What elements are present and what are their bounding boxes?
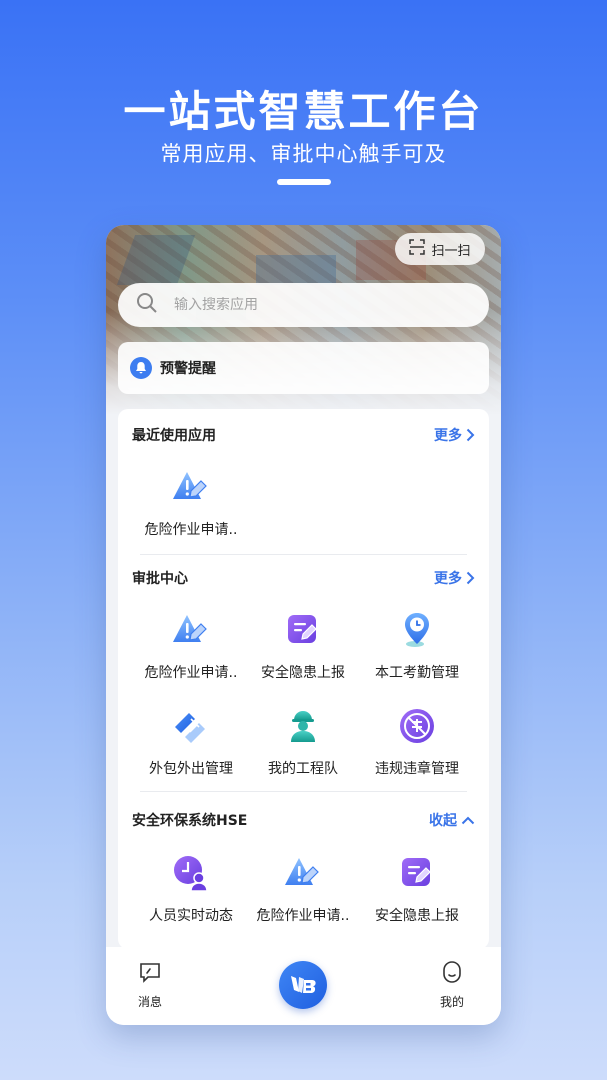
report-edit-icon xyxy=(395,851,439,895)
divider xyxy=(140,791,467,792)
scan-icon xyxy=(409,239,426,259)
bell-icon xyxy=(130,357,152,379)
divider xyxy=(140,554,467,555)
approval-section-title: 审批中心 xyxy=(132,571,188,587)
app-label: 安全隐患上报 xyxy=(261,665,345,681)
app-label: 危险作业申请.. xyxy=(144,665,238,681)
approval-more-link[interactable]: 更多 xyxy=(434,568,475,588)
warning-edit-icon xyxy=(281,851,325,895)
app-hse-hazard-work-application[interactable]: 危险作业申请.. xyxy=(244,851,362,925)
hse-collapse-label: 收起 xyxy=(429,813,457,829)
hero-subtitle: 常用应用、审批中心触手可及 xyxy=(160,142,447,166)
person-clock-icon xyxy=(169,851,213,895)
warning-edit-icon xyxy=(169,608,213,652)
alert-label: 预警提醒 xyxy=(160,361,216,377)
search-bar[interactable] xyxy=(118,283,489,327)
search-input[interactable] xyxy=(174,297,424,313)
recent-more-label: 更多 xyxy=(434,428,462,444)
app-personnel-realtime-status[interactable]: 人员实时动态 xyxy=(132,851,250,925)
chevron-right-icon xyxy=(466,571,475,585)
profile-icon xyxy=(443,961,461,983)
message-icon xyxy=(140,963,160,983)
app-attendance-management[interactable]: 本工考勤管理 xyxy=(358,608,476,682)
location-clock-icon xyxy=(395,608,439,652)
scan-button[interactable]: 扫一扫 xyxy=(395,233,485,265)
scan-label: 扫一扫 xyxy=(431,243,471,259)
app-label: 我的工程队 xyxy=(268,761,338,777)
chevron-right-icon xyxy=(466,428,475,442)
app-label: 危险作业申请.. xyxy=(144,522,238,538)
bottom-tab-bar: 消息 我的 xyxy=(106,947,501,1025)
app-violation-management[interactable]: 违规违章管理 xyxy=(358,704,476,778)
tab-mine-label: 我的 xyxy=(440,995,465,1009)
app-label: 违规违章管理 xyxy=(375,761,459,777)
tab-home[interactable] xyxy=(279,961,327,1009)
app-my-engineering-team[interactable]: 我的工程队 xyxy=(244,704,362,778)
approval-more-label: 更多 xyxy=(434,571,462,587)
approval-section-header: 审批中心 更多 xyxy=(118,566,489,590)
apps-card: 最近使用应用 更多 危险作业申请.. 审批中心 更多 危险作业申请.. 安全隐患… xyxy=(118,409,489,949)
hero-underline xyxy=(277,179,331,185)
app-safety-hazard-report[interactable]: 安全隐患上报 xyxy=(244,608,362,682)
worker-icon xyxy=(281,704,325,748)
app-label: 安全隐患上报 xyxy=(375,908,459,924)
warning-edit-icon xyxy=(169,465,213,509)
app-outsourcing-management[interactable]: 外包外出管理 xyxy=(132,704,250,778)
app-label: 外包外出管理 xyxy=(149,761,233,777)
tab-messages-label: 消息 xyxy=(138,995,163,1009)
app-hse-safety-hazard-report[interactable]: 安全隐患上报 xyxy=(358,851,476,925)
hse-collapse-link[interactable]: 收起 xyxy=(429,810,475,830)
app-hazard-work-application[interactable]: 危险作业申请.. xyxy=(132,608,250,682)
app-recent-hazard-work[interactable]: 危险作业申请.. xyxy=(132,465,250,539)
tab-mine[interactable]: 我的 xyxy=(440,961,464,1010)
app-label: 危险作业申请.. xyxy=(256,908,350,924)
handshake-icon xyxy=(169,704,213,748)
recent-section-header: 最近使用应用 更多 xyxy=(118,423,489,447)
recent-section-title: 最近使用应用 xyxy=(132,428,216,444)
chevron-up-icon xyxy=(461,816,475,824)
app-label: 人员实时动态 xyxy=(149,908,233,924)
app-label: 本工考勤管理 xyxy=(375,665,459,681)
app-logo-icon xyxy=(291,976,316,993)
report-edit-icon xyxy=(281,608,325,652)
phone-mockup: 扫一扫 预警提醒 最近使用应用 更多 危险作业申请.. xyxy=(106,225,501,1025)
hse-section-title: 安全环保系统HSE xyxy=(132,813,248,829)
violation-icon xyxy=(395,704,439,748)
recent-more-link[interactable]: 更多 xyxy=(434,425,475,445)
tab-messages[interactable]: 消息 xyxy=(138,961,162,1010)
hse-section-header: 安全环保系统HSE 收起 xyxy=(118,808,489,832)
alert-banner[interactable]: 预警提醒 xyxy=(118,342,489,394)
search-icon xyxy=(136,292,158,318)
hero-title: 一站式智慧工作台 xyxy=(123,87,484,136)
